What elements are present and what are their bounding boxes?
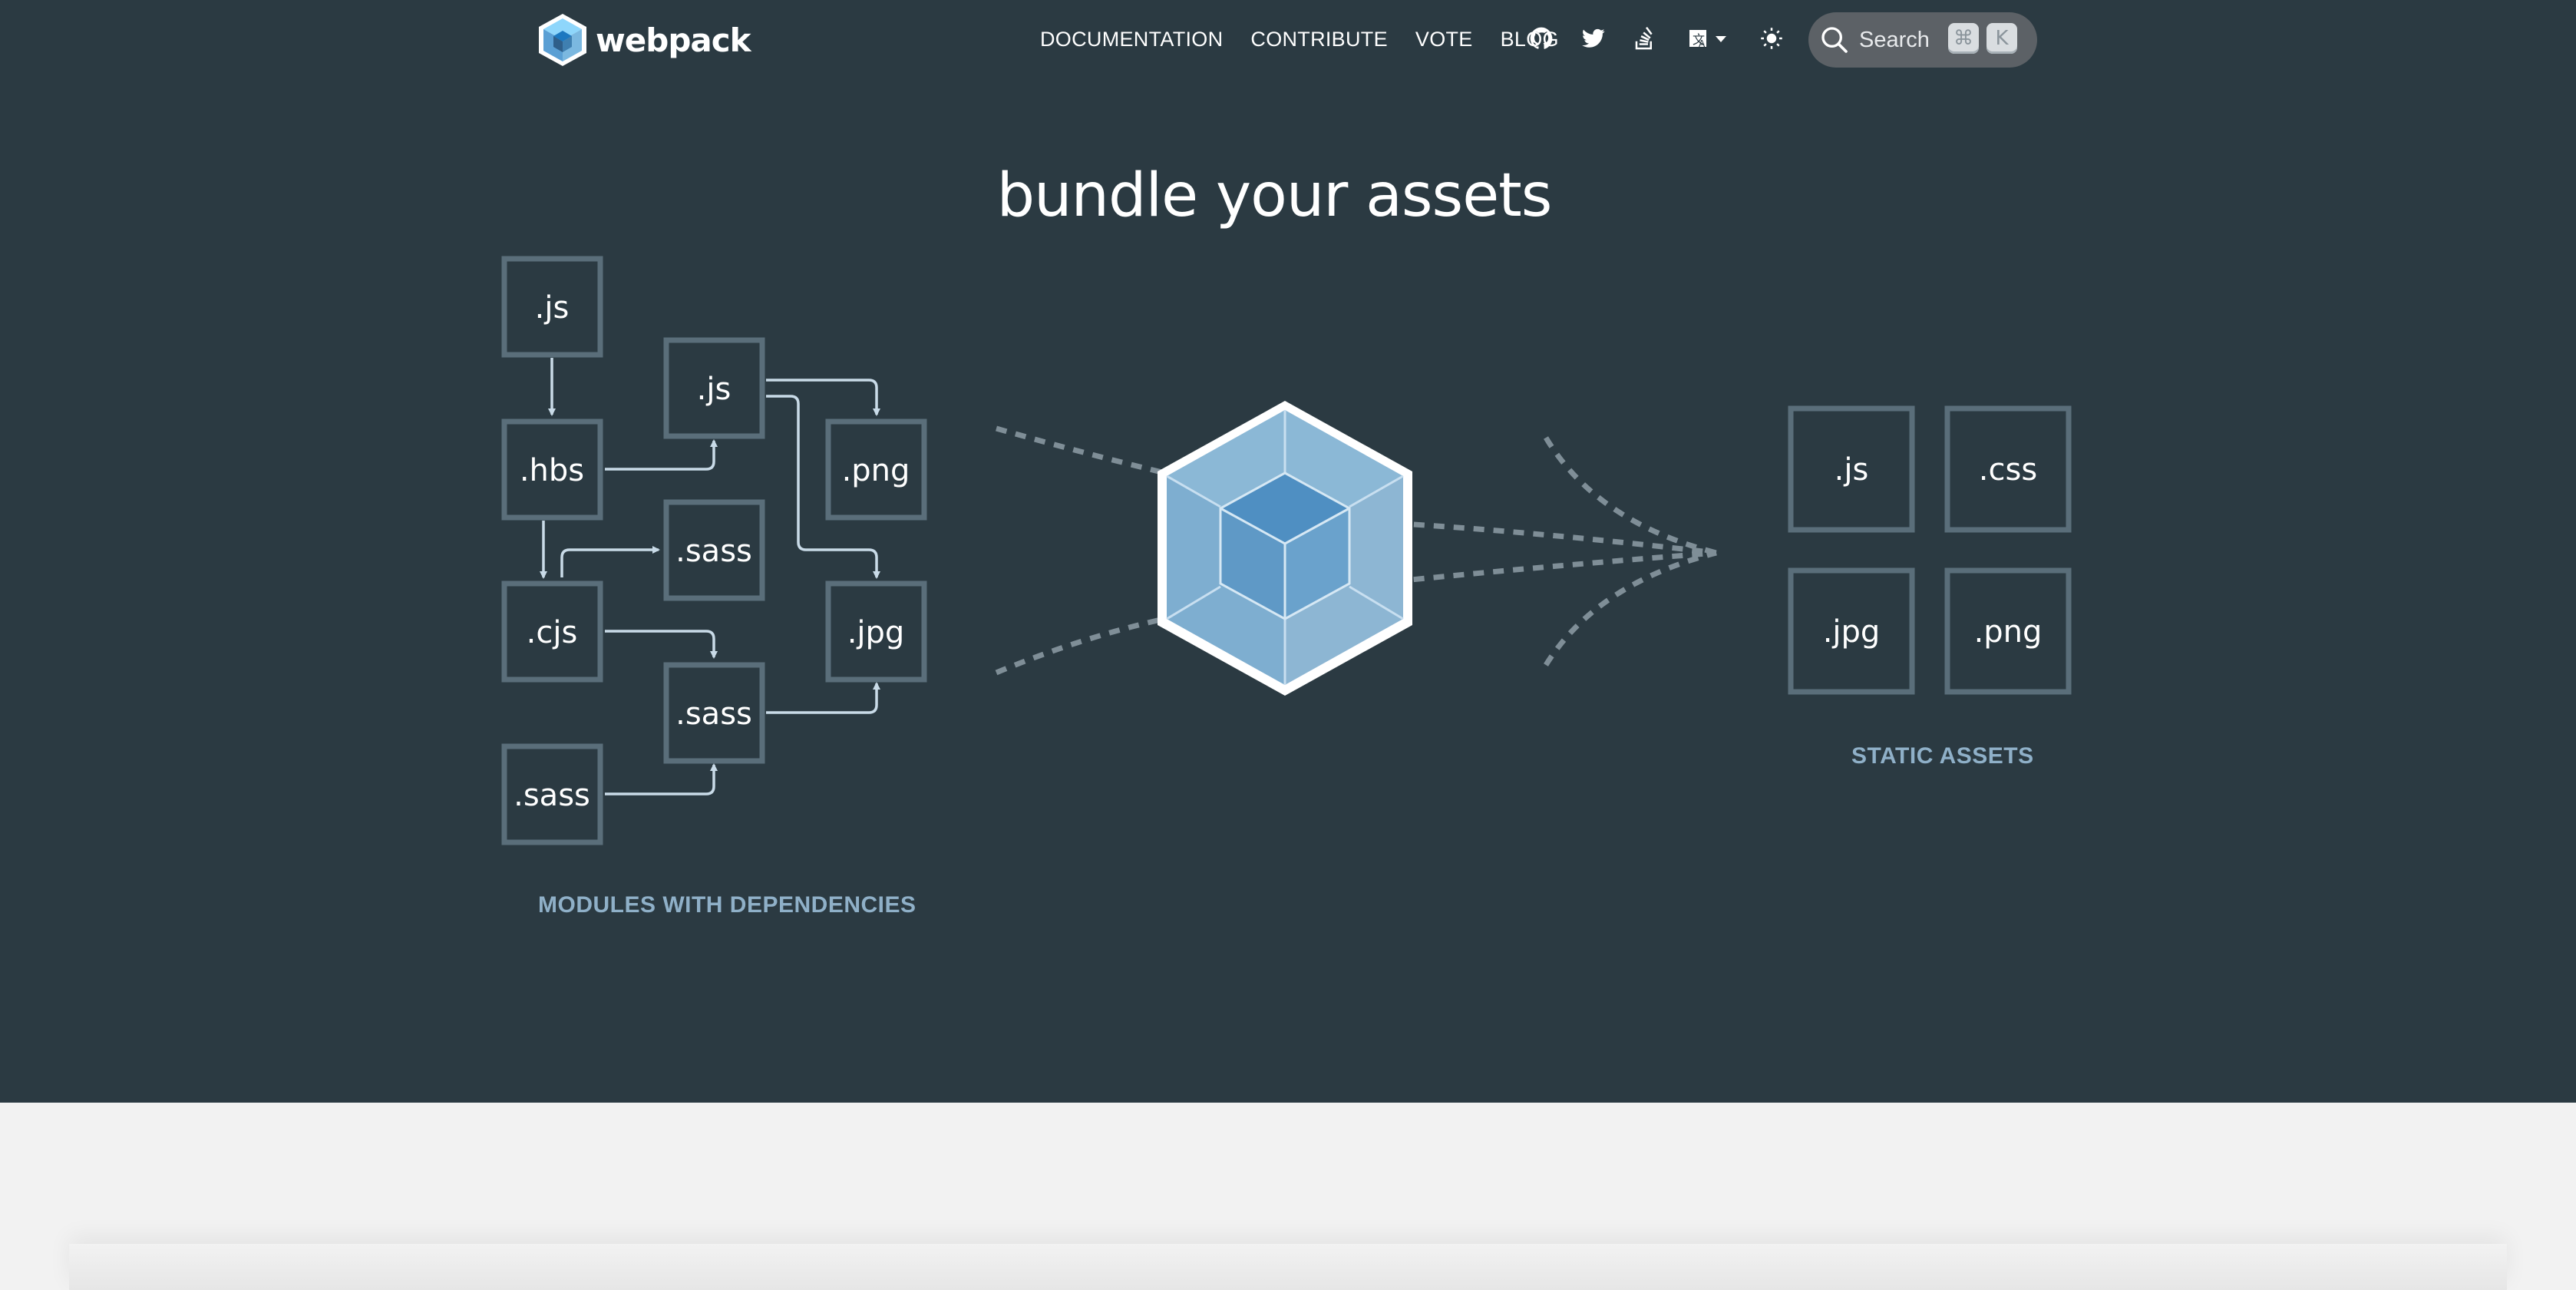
flow-line [1373, 550, 1717, 587]
module-label: .js [697, 372, 732, 407]
hero-section: webpack DOCUMENTATION CONTRIBUTE VOTE BL… [0, 0, 2576, 1103]
dep-arrow [560, 546, 660, 577]
module-label: .sass [675, 696, 752, 732]
dep-arrow [605, 439, 718, 471]
module-label: .sass [514, 778, 590, 813]
dep-arrow [605, 763, 718, 796]
asset-label: .js [1835, 452, 1869, 488]
module-label: .sass [675, 534, 752, 569]
assets-caption: STATIC ASSETS [1851, 743, 2034, 769]
asset-label: .jpg [1823, 614, 1881, 650]
asset-label: .png [1974, 614, 2043, 650]
flow-line [1544, 550, 1717, 666]
dep-arrow [605, 630, 718, 659]
modules-caption: MODULES WITH DEPENDENCIES [538, 892, 916, 918]
dep-arrow [766, 682, 880, 714]
module-label: .jpg [847, 615, 905, 650]
content-card-edge [69, 1244, 2507, 1290]
module-label: .hbs [520, 453, 584, 488]
asset-label: .css [1979, 452, 2037, 488]
module-label: .cjs [527, 615, 578, 650]
module-label: .js [535, 290, 570, 326]
webpack-cube-icon [1158, 401, 1412, 696]
flow-line [1543, 436, 1717, 556]
module-label: .png [842, 453, 910, 488]
bundle-diagram: .js .js .hbs .png .sass .cjs .jpg .sass … [501, 256, 2072, 845]
flow-line [1373, 519, 1717, 556]
